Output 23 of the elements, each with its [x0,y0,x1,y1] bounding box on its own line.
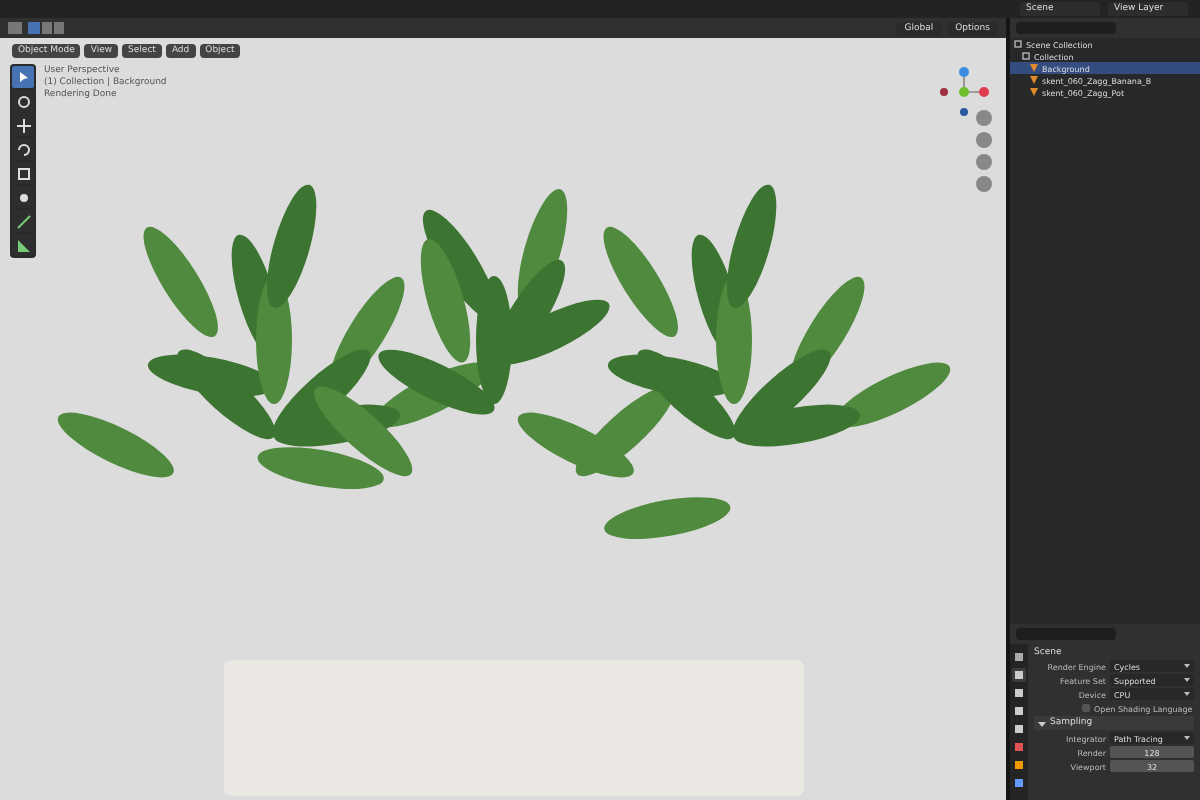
rotate-tool-icon [15,141,31,157]
disclosure-icon [1038,719,1046,727]
select-tool-icon [15,69,31,85]
caret-icon [1184,664,1190,668]
checkbox[interactable] [1082,704,1090,712]
tool-button[interactable] [12,138,34,160]
tool-button[interactable] [12,162,34,184]
cursor-tool-icon [15,93,31,109]
tool-button[interactable] [12,210,34,232]
measure-tool-icon [15,237,31,253]
tool-button[interactable] [12,186,34,208]
annotate-tool-icon [15,213,31,229]
caret-icon [1184,692,1190,696]
tool-button[interactable] [12,90,34,112]
tool-button[interactable] [12,234,34,256]
caret-icon [1184,678,1190,682]
transform-tool-icon [15,189,31,205]
axis-gizmo-icon[interactable] [938,66,990,118]
tool-button[interactable] [12,114,34,136]
scale-tool-icon [15,165,31,181]
move-tool-icon [15,117,31,133]
tool-button[interactable] [12,66,34,88]
caret-icon [1184,736,1190,740]
